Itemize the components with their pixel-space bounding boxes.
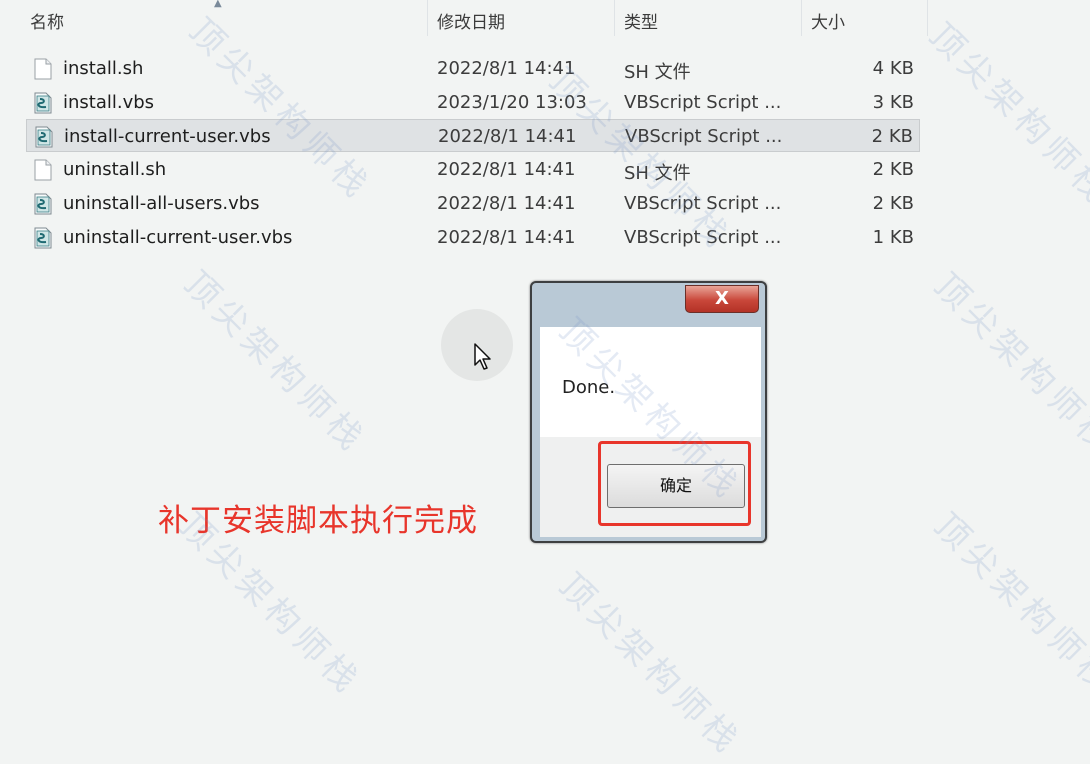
dialog-titlebar[interactable]: X	[532, 283, 765, 327]
file-row[interactable]: document-iconuninstall.sh2022/8/1 14:41S…	[26, 153, 920, 186]
column-header: ▲ 名称 修改日期 类型 大小	[0, 0, 1090, 40]
file-type: VBScript Script ...	[625, 126, 783, 148]
column-header-date[interactable]: 修改日期	[437, 8, 505, 33]
column-divider[interactable]	[427, 0, 428, 36]
file-type: VBScript Script ...	[624, 226, 782, 248]
dialog-body: Done.	[540, 327, 761, 437]
file-size: 4 KB	[872, 58, 914, 79]
file-row[interactable]: vbscript-file-iconuninstall-all-users.vb…	[26, 187, 920, 220]
file-row[interactable]: vbscript-file-iconinstall-current-user.v…	[26, 119, 920, 153]
file-row[interactable]: document-iconinstall.sh2022/8/1 14:41SH …	[26, 52, 920, 85]
column-divider[interactable]	[801, 0, 802, 36]
annotation-highlight-box	[598, 441, 751, 526]
document-icon	[34, 58, 52, 80]
sort-ascending-icon: ▲	[214, 0, 222, 9]
file-size: 3 KB	[872, 91, 914, 113]
document-icon	[34, 159, 52, 181]
vbscript-file-icon	[34, 227, 52, 248]
file-size: 2 KB	[872, 192, 914, 214]
file-date: 2023/1/20 13:03	[437, 91, 587, 113]
mouse-pointer-icon	[474, 343, 491, 370]
file-date: 2022/8/1 14:41	[437, 58, 576, 79]
column-header-name[interactable]: 名称	[30, 8, 64, 33]
watermark: 顶尖架构师栈	[921, 15, 1090, 214]
file-type: SH 文件	[624, 163, 691, 185]
file-date: 2022/8/1 14:41	[438, 126, 577, 148]
file-type: SH 文件	[624, 62, 691, 83]
file-type: VBScript Script ...	[624, 192, 782, 214]
watermark: 顶尖架构师栈	[926, 505, 1090, 704]
column-divider[interactable]	[614, 0, 615, 36]
file-date: 2022/8/1 14:41	[437, 192, 576, 214]
dialog-close-button[interactable]: X	[685, 285, 759, 313]
file-size: 1 KB	[872, 226, 914, 248]
dialog-message: Done.	[562, 377, 616, 398]
vbscript-file-icon	[34, 193, 52, 215]
watermark: 顶尖架构师栈	[176, 263, 375, 462]
file-row[interactable]: vbscript-file-iconinstall.vbs2023/1/20 1…	[26, 86, 920, 119]
file-name: uninstall-current-user.vbs	[63, 226, 293, 248]
watermark: 顶尖架构师栈	[926, 265, 1090, 464]
file-type: VBScript Script ...	[624, 91, 782, 113]
column-header-size[interactable]: 大小	[811, 8, 845, 33]
file-date: 2022/8/1 14:41	[437, 159, 576, 181]
file-size: 2 KB	[871, 126, 913, 148]
watermark: 顶尖架构师栈	[551, 565, 750, 764]
file-size: 2 KB	[872, 159, 914, 181]
column-header-type[interactable]: 类型	[624, 8, 658, 33]
file-row[interactable]: vbscript-file-iconuninstall-current-user…	[26, 221, 920, 254]
file-name: install.vbs	[63, 91, 155, 113]
vbscript-file-icon	[35, 126, 53, 148]
file-date: 2022/8/1 14:41	[437, 226, 576, 248]
file-name: install-current-user.vbs	[64, 126, 271, 148]
file-name: uninstall.sh	[63, 159, 167, 181]
vbscript-file-icon	[34, 92, 52, 114]
annotation-caption: 补丁安装脚本执行完成	[158, 503, 478, 539]
file-name: uninstall-all-users.vbs	[63, 192, 260, 214]
file-name: install.sh	[63, 58, 144, 79]
column-divider[interactable]	[927, 0, 928, 36]
